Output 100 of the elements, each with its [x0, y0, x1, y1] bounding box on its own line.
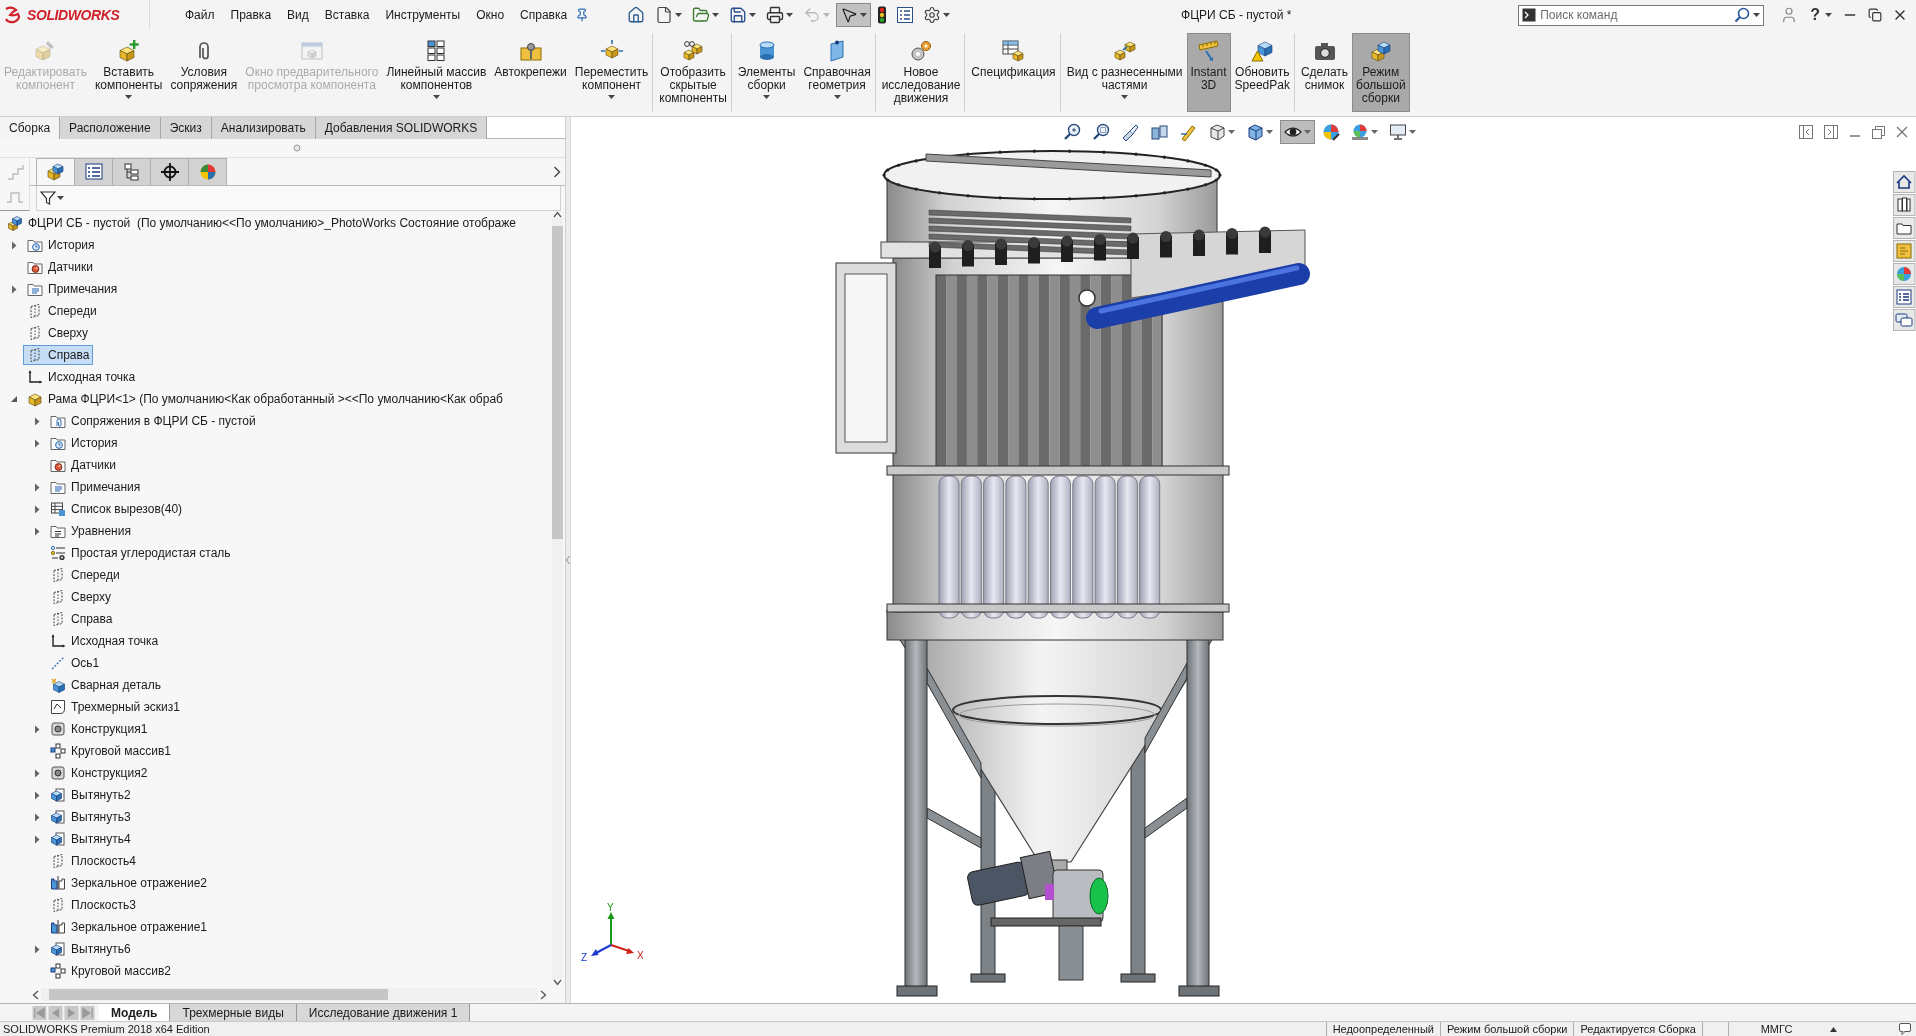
ribbon-button[interactable]: Элементы сборки	[730, 33, 800, 112]
tree-item[interactable]: История	[23, 235, 99, 255]
library-icon[interactable]	[1892, 194, 1916, 216]
tree-item[interactable]: Сверху	[23, 323, 93, 343]
ribbon-button[interactable]: Новое исследование движения	[874, 33, 965, 112]
list-icon[interactable]	[1892, 286, 1916, 308]
expand-arrow-icon[interactable]	[34, 438, 40, 448]
expand-arrow-icon[interactable]	[34, 768, 40, 778]
panel-tab[interactable]	[150, 158, 189, 185]
chevron-up-icon[interactable]	[552, 211, 562, 218]
tree-item[interactable]: Вытянуть3	[46, 807, 135, 827]
folder-icon[interactable]	[1892, 217, 1916, 239]
expand-arrow-icon[interactable]	[34, 790, 40, 800]
tree-item[interactable]: Трехмерный эскиз1	[46, 697, 184, 717]
search-icon[interactable]	[1734, 6, 1751, 23]
chevron-right-icon[interactable]	[553, 165, 561, 178]
ribbon-button[interactable]: Вставить компоненты	[90, 33, 167, 112]
tree-item[interactable]: Исходная точка	[46, 631, 163, 651]
tree-item[interactable]: Спереди	[46, 565, 124, 585]
tree-item[interactable]: Список вырезов(40)	[46, 499, 187, 519]
expand-arrow-icon[interactable]	[34, 416, 40, 426]
menu-item[interactable]: Окно	[468, 0, 513, 30]
expand-arrow-icon[interactable]	[34, 504, 40, 514]
bubble-icon[interactable]	[1899, 1023, 1912, 1035]
toolbar-button[interactable]	[836, 3, 872, 27]
tree-item[interactable]: Рама ФЦРИ<1> (По умолчанию<Как обработанный ><<По умолчанию<Как обраб	[23, 389, 507, 409]
tree-item[interactable]: Круговой массив2	[46, 961, 175, 981]
expand-arrow-icon[interactable]	[34, 944, 40, 954]
menu-item[interactable]: Вид	[279, 0, 317, 30]
menu-item[interactable]: Справка	[512, 0, 576, 30]
tree-item[interactable]: Справа	[23, 345, 94, 365]
tree-item[interactable]: ФЦРИ СБ - пустой (По умолчанию<<По умолчанию>_PhotoWorks Состояние отображе	[3, 213, 520, 233]
ribbon-button[interactable]: Условия сопряжения	[166, 33, 242, 112]
caret-icon[interactable]	[1830, 1026, 1837, 1032]
ribbon-button[interactable]: Вид с разнесенными частями	[1059, 33, 1187, 112]
tree-item[interactable]: Конструкция1	[46, 719, 152, 739]
panel-left-icon[interactable]	[1799, 125, 1813, 139]
tree-item[interactable]: Вытянуть4	[46, 829, 135, 849]
tree-item[interactable]: Датчики	[46, 455, 120, 475]
filter-icon[interactable]	[40, 190, 56, 206]
ribbon-button[interactable]: Автокрепежи	[490, 33, 571, 112]
tile-icon[interactable]	[1892, 240, 1916, 262]
menu-item[interactable]: Вставка	[316, 0, 378, 30]
scrollbar-thumb[interactable]	[49, 989, 388, 1000]
tree-item[interactable]: Простая углеродистая сталь	[46, 543, 235, 563]
ribbon-button[interactable]: Instant 3D	[1186, 33, 1231, 112]
horizontal-scrollbar[interactable]	[41, 988, 538, 1001]
tree-item[interactable]: Справа	[46, 609, 117, 629]
menu-item[interactable]: Правка	[222, 0, 280, 30]
pin-icon[interactable]	[575, 8, 590, 22]
tree-item[interactable]: Плоскость4	[46, 851, 140, 871]
ribbon-button[interactable]: Переместить компонент	[570, 33, 653, 112]
search-field[interactable]: Поиск команд	[1518, 4, 1765, 26]
ribbon-button[interactable]: Отобразить скрытые компоненты	[652, 33, 731, 112]
tree-item[interactable]: Сверху	[46, 587, 116, 607]
tree-item[interactable]: Вытянуть2	[46, 785, 135, 805]
tree-item[interactable]: Сварная деталь	[46, 675, 165, 695]
tree-item[interactable]: Уравнения	[46, 521, 135, 541]
scrollbar-thumb[interactable]	[551, 226, 563, 539]
ribbon-button[interactable]: Спецификация	[964, 33, 1060, 112]
expand-arrow-icon[interactable]	[11, 240, 17, 250]
expand-arrow-icon[interactable]	[34, 526, 40, 536]
tree-item[interactable]: История	[46, 433, 122, 453]
expand-arrow-icon[interactable]	[34, 482, 40, 492]
chevron-right-icon[interactable]	[540, 989, 547, 1000]
tree-item[interactable]: Зеркальное отражение2	[46, 873, 211, 893]
ribbon-tab[interactable]: Добавления SOLIDWORKS	[315, 117, 488, 139]
tree-item[interactable]: Зеркальное отражение1	[46, 917, 211, 937]
expand-arrow-icon[interactable]	[34, 724, 40, 734]
tree-item[interactable]: Примечания	[46, 477, 145, 497]
expand-arrow-icon[interactable]	[11, 284, 17, 294]
chevron-left-icon[interactable]	[32, 989, 39, 1000]
ribbon-tab[interactable]: Расположение	[60, 117, 161, 139]
restore-icon[interactable]	[1868, 8, 1882, 22]
expand-arrow-icon[interactable]	[34, 812, 40, 822]
tree-item[interactable]: Сопряжения в ФЦРИ СБ - пустой	[46, 411, 260, 431]
panel-tab[interactable]	[36, 158, 75, 185]
sheet-tab[interactable]: Трехмерные виды	[170, 1004, 297, 1021]
ribbon-button[interactable]: Обновить SpeedPak	[1230, 33, 1294, 112]
menu-item[interactable]: Файл	[177, 0, 223, 30]
sheet-tab[interactable]: Модель	[99, 1004, 171, 1021]
help-button[interactable]: ?	[1808, 6, 1822, 24]
tree-item[interactable]: Вытянуть6	[46, 939, 135, 959]
ribbon-tab[interactable]: Анализировать	[211, 117, 316, 139]
chat-icon[interactable]	[1892, 309, 1916, 331]
tree-item[interactable]: Примечания	[23, 279, 122, 299]
ribbon-tab[interactable]: Сборка	[0, 117, 61, 139]
tree-item[interactable]: Плоскость3	[46, 895, 140, 915]
tree-item[interactable]: Конструкция2	[46, 763, 152, 783]
toolbar-button[interactable]	[1280, 120, 1315, 144]
tree-item[interactable]: Спереди	[23, 301, 101, 321]
expand-arrow-icon[interactable]	[34, 834, 40, 844]
ribbon-button[interactable]: Линейный массив компонентов	[382, 33, 491, 112]
units-text[interactable]: ММГС	[1728, 1022, 1824, 1036]
ribbon-button[interactable]: Справочная геометрия	[799, 33, 875, 112]
tree-item[interactable]: Датчики	[23, 257, 97, 277]
tree-item[interactable]: Исходная точка	[23, 367, 140, 387]
collapse-arrow-icon[interactable]	[10, 395, 18, 403]
sheet-tab[interactable]: Исследование движения 1	[296, 1004, 471, 1021]
chevron-down-icon[interactable]	[552, 979, 562, 986]
